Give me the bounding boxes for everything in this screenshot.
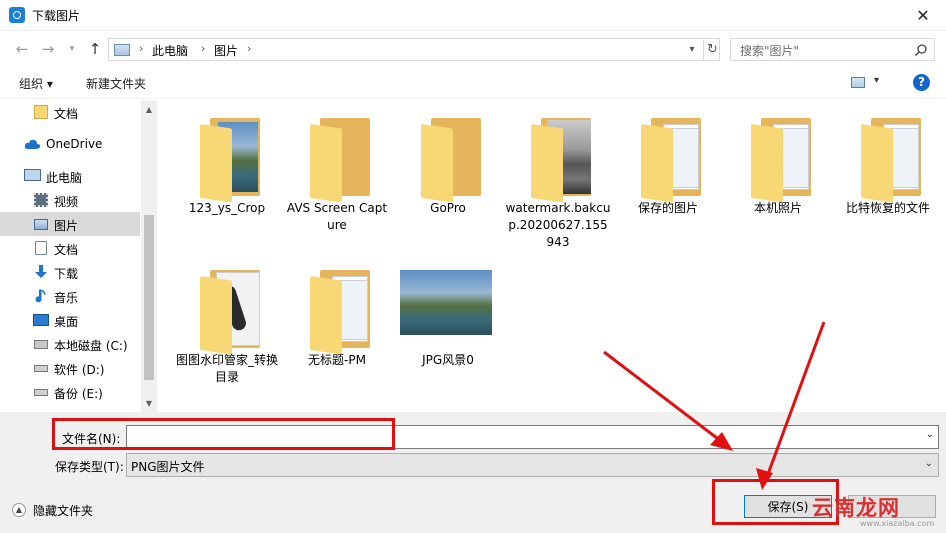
arrow-to-save: [762, 321, 826, 486]
annotation-arrows: [603, 321, 826, 490]
arrow-to-filename: [603, 350, 731, 450]
watermark-logo: 云南龙网: [812, 496, 900, 520]
watermark-url: www.xiazaiba.com: [860, 519, 935, 528]
